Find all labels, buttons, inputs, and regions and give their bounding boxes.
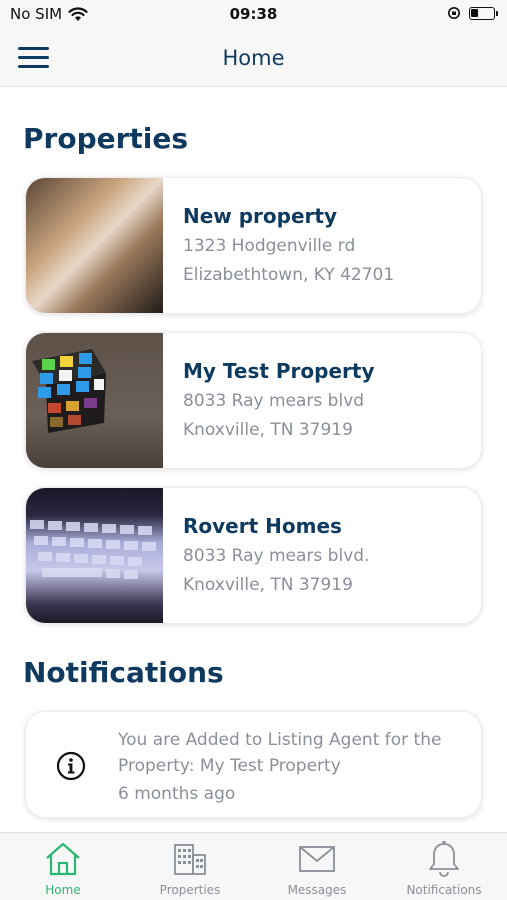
notification-item[interactable]: You are Added to Listing Agent for the P… bbox=[25, 711, 482, 818]
property-card[interactable]: New property 1323 Hodgenville rd Elizabe… bbox=[25, 177, 482, 314]
property-card[interactable]: My Test Property 8033 Ray mears blvd Kno… bbox=[25, 332, 482, 469]
page-title: Home bbox=[222, 46, 285, 70]
navigation-bar: Home bbox=[0, 28, 507, 87]
tab-notifications[interactable]: Notifications bbox=[381, 833, 507, 900]
tab-properties[interactable]: Properties bbox=[127, 833, 253, 900]
notification-text-line2: Property: My Test Property bbox=[118, 756, 341, 776]
property-photo bbox=[26, 333, 163, 468]
property-photo bbox=[26, 488, 163, 623]
notifications-heading: Notifications bbox=[23, 656, 224, 689]
tab-messages[interactable]: Messages bbox=[254, 833, 380, 900]
notification-text-line1: You are Added to Listing Agent for the bbox=[118, 730, 442, 750]
property-address-line1: 8033 Ray mears blvd bbox=[183, 391, 365, 411]
tab-label: Notifications bbox=[406, 883, 482, 897]
tab-label: Home bbox=[45, 883, 81, 897]
property-address-line2: Knoxville, TN 37919 bbox=[183, 575, 353, 595]
building-icon bbox=[174, 844, 206, 875]
envelope-icon bbox=[299, 846, 335, 872]
tab-bar: Home Properties Messages Notifications bbox=[0, 832, 507, 900]
properties-heading: Properties bbox=[23, 122, 189, 155]
bell-icon bbox=[429, 841, 459, 877]
property-address-line2: Elizabethtown, KY 42701 bbox=[183, 265, 395, 285]
property-name: My Test Property bbox=[183, 359, 375, 383]
property-name: New property bbox=[183, 204, 338, 228]
clock: 09:38 bbox=[229, 5, 278, 23]
info-icon bbox=[56, 751, 86, 781]
property-address-line2: Knoxville, TN 37919 bbox=[183, 420, 353, 440]
keyboard-image bbox=[30, 520, 156, 579]
tab-label: Messages bbox=[287, 883, 347, 897]
battery-icon bbox=[469, 6, 498, 20]
status-bar: No SIM 09:38 bbox=[0, 0, 507, 28]
tab-home[interactable]: Home bbox=[0, 833, 126, 900]
property-name: Rovert Homes bbox=[183, 514, 342, 538]
property-card[interactable]: Rovert Homes 8033 Ray mears blvd. Knoxvi… bbox=[25, 487, 482, 624]
property-address-line1: 1323 Hodgenville rd bbox=[183, 236, 356, 256]
property-address-line1: 8033 Ray mears blvd. bbox=[183, 546, 370, 566]
status-icons bbox=[447, 6, 498, 20]
rubiks-cube-image bbox=[32, 349, 106, 433]
notification-time: 6 months ago bbox=[118, 784, 236, 804]
tab-label: Properties bbox=[159, 883, 221, 897]
home-icon bbox=[46, 842, 80, 876]
orientation-lock-icon bbox=[448, 7, 460, 19]
property-photo bbox=[26, 178, 163, 313]
